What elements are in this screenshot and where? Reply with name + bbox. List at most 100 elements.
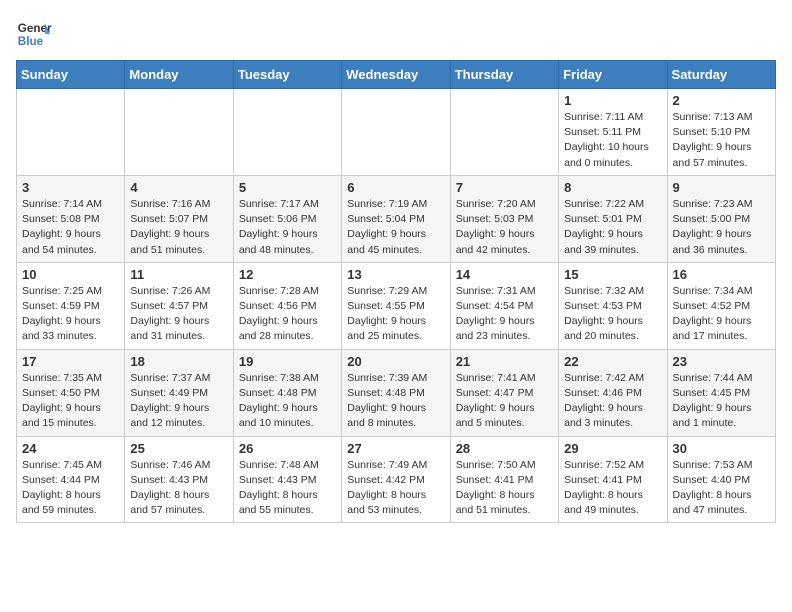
day-number: 9 <box>673 180 770 195</box>
day-info: Sunrise: 7:46 AM Sunset: 4:43 PM Dayligh… <box>130 458 227 519</box>
day-info: Sunrise: 7:53 AM Sunset: 4:40 PM Dayligh… <box>673 458 770 519</box>
calendar-header-row: SundayMondayTuesdayWednesdayThursdayFrid… <box>17 61 776 89</box>
day-number: 3 <box>22 180 119 195</box>
calendar-day-cell: 11 Sunrise: 7:26 AM Sunset: 4:57 PM Dayli… <box>125 262 233 349</box>
calendar-day-cell: 16Sunrise: 7:34 AM Sunset: 4:52 PM Dayli… <box>667 262 775 349</box>
day-info: Sunrise: 7:42 AM Sunset: 4:46 PM Dayligh… <box>564 371 661 432</box>
logo: General Blue <box>16 16 52 52</box>
calendar-week-row: 24Sunrise: 7:45 AM Sunset: 4:44 PM Dayli… <box>17 436 776 523</box>
day-number: 1 <box>564 93 661 108</box>
calendar-day-cell: 28 Sunrise: 7:50 AM Sunset: 4:41 PM Dayli… <box>450 436 558 523</box>
day-info: Sunrise: 7:32 AM Sunset: 4:53 PM Dayligh… <box>564 284 661 345</box>
day-number: 28 <box>456 441 553 456</box>
day-number: 11 <box>130 267 227 282</box>
day-info: Sunrise: 7:28 AM Sunset: 4:56 PM Dayligh… <box>239 284 336 345</box>
calendar-day-header: Wednesday <box>342 61 450 89</box>
day-number: 7 <box>456 180 553 195</box>
day-number: 17 <box>22 354 119 369</box>
calendar-day-cell: 7Sunrise: 7:20 AM Sunset: 5:03 PM Daylig… <box>450 175 558 262</box>
day-number: 27 <box>347 441 444 456</box>
day-info: Sunrise: 7:35 AM Sunset: 4:50 PM Dayligh… <box>22 371 119 432</box>
calendar-day-cell: 24Sunrise: 7:45 AM Sunset: 4:44 PM Dayli… <box>17 436 125 523</box>
calendar-day-cell <box>17 89 125 176</box>
day-number: 26 <box>239 441 336 456</box>
calendar-day-cell: 22 Sunrise: 7:42 AM Sunset: 4:46 PM Dayli… <box>559 349 667 436</box>
calendar-day-cell: 15 Sunrise: 7:32 AM Sunset: 4:53 PM Dayli… <box>559 262 667 349</box>
calendar-day-header: Monday <box>125 61 233 89</box>
day-info: Sunrise: 7:23 AM Sunset: 5:00 PM Dayligh… <box>673 197 770 258</box>
calendar-week-row: 10 Sunrise: 7:25 AM Sunset: 4:59 PM Dayli… <box>17 262 776 349</box>
day-number: 29 <box>564 441 661 456</box>
day-number: 19 <box>239 354 336 369</box>
day-info: Sunrise: 7:49 AM Sunset: 4:42 PM Dayligh… <box>347 458 444 519</box>
calendar-day-header: Friday <box>559 61 667 89</box>
calendar-table: SundayMondayTuesdayWednesdayThursdayFrid… <box>16 60 776 523</box>
day-info: Sunrise: 7:50 AM Sunset: 4:41 PM Dayligh… <box>456 458 553 519</box>
day-number: 10 <box>22 267 119 282</box>
day-number: 6 <box>347 180 444 195</box>
calendar-day-cell: 20 Sunrise: 7:39 AM Sunset: 4:48 PM Dayli… <box>342 349 450 436</box>
day-info: Sunrise: 7:16 AM Sunset: 5:07 PM Dayligh… <box>130 197 227 258</box>
day-number: 23 <box>673 354 770 369</box>
calendar-day-cell: 23 Sunrise: 7:44 AM Sunset: 4:45 PM Dayli… <box>667 349 775 436</box>
svg-text:Blue: Blue <box>18 35 44 48</box>
calendar-day-cell <box>125 89 233 176</box>
day-info: Sunrise: 7:26 AM Sunset: 4:57 PM Dayligh… <box>130 284 227 345</box>
calendar-day-cell <box>342 89 450 176</box>
calendar-day-cell: 17 Sunrise: 7:35 AM Sunset: 4:50 PM Dayli… <box>17 349 125 436</box>
day-info: Sunrise: 7:17 AM Sunset: 5:06 PM Dayligh… <box>239 197 336 258</box>
day-number: 4 <box>130 180 227 195</box>
day-info: Sunrise: 7:44 AM Sunset: 4:45 PM Dayligh… <box>673 371 770 432</box>
day-number: 5 <box>239 180 336 195</box>
calendar-day-cell: 4 Sunrise: 7:16 AM Sunset: 5:07 PM Daylig… <box>125 175 233 262</box>
calendar-day-cell <box>450 89 558 176</box>
day-number: 25 <box>130 441 227 456</box>
day-info: Sunrise: 7:48 AM Sunset: 4:43 PM Dayligh… <box>239 458 336 519</box>
day-number: 22 <box>564 354 661 369</box>
calendar-day-cell <box>233 89 341 176</box>
day-number: 21 <box>456 354 553 369</box>
calendar-day-cell: 3 Sunrise: 7:14 AM Sunset: 5:08 PM Daylig… <box>17 175 125 262</box>
day-number: 16 <box>673 267 770 282</box>
calendar-day-header: Thursday <box>450 61 558 89</box>
day-number: 8 <box>564 180 661 195</box>
day-info: Sunrise: 7:41 AM Sunset: 4:47 PM Dayligh… <box>456 371 553 432</box>
day-info: Sunrise: 7:29 AM Sunset: 4:55 PM Dayligh… <box>347 284 444 345</box>
day-number: 12 <box>239 267 336 282</box>
day-number: 30 <box>673 441 770 456</box>
calendar-day-cell: 12 Sunrise: 7:28 AM Sunset: 4:56 PM Dayli… <box>233 262 341 349</box>
day-number: 13 <box>347 267 444 282</box>
day-number: 18 <box>130 354 227 369</box>
calendar-day-cell: 29Sunrise: 7:52 AM Sunset: 4:41 PM Dayli… <box>559 436 667 523</box>
calendar-day-cell: 5 Sunrise: 7:17 AM Sunset: 5:06 PM Daylig… <box>233 175 341 262</box>
calendar-day-cell: 8 Sunrise: 7:22 AM Sunset: 5:01 PM Daylig… <box>559 175 667 262</box>
calendar-day-header: Saturday <box>667 61 775 89</box>
day-number: 15 <box>564 267 661 282</box>
calendar-day-header: Tuesday <box>233 61 341 89</box>
day-info: Sunrise: 7:37 AM Sunset: 4:49 PM Dayligh… <box>130 371 227 432</box>
calendar-week-row: 1Sunrise: 7:11 AM Sunset: 5:11 PM Daylig… <box>17 89 776 176</box>
day-number: 20 <box>347 354 444 369</box>
page-header: General Blue <box>16 16 776 52</box>
day-info: Sunrise: 7:19 AM Sunset: 5:04 PM Dayligh… <box>347 197 444 258</box>
calendar-day-cell: 19Sunrise: 7:38 AM Sunset: 4:48 PM Dayli… <box>233 349 341 436</box>
calendar-day-cell: 9 Sunrise: 7:23 AM Sunset: 5:00 PM Daylig… <box>667 175 775 262</box>
calendar-day-cell: 6 Sunrise: 7:19 AM Sunset: 5:04 PM Daylig… <box>342 175 450 262</box>
calendar-day-header: Sunday <box>17 61 125 89</box>
day-info: Sunrise: 7:13 AM Sunset: 5:10 PM Dayligh… <box>673 110 770 171</box>
day-number: 24 <box>22 441 119 456</box>
calendar-day-cell: 13 Sunrise: 7:29 AM Sunset: 4:55 PM Dayli… <box>342 262 450 349</box>
calendar-week-row: 3 Sunrise: 7:14 AM Sunset: 5:08 PM Daylig… <box>17 175 776 262</box>
day-info: Sunrise: 7:25 AM Sunset: 4:59 PM Dayligh… <box>22 284 119 345</box>
calendar-day-cell: 18 Sunrise: 7:37 AM Sunset: 4:49 PM Dayli… <box>125 349 233 436</box>
day-info: Sunrise: 7:14 AM Sunset: 5:08 PM Dayligh… <box>22 197 119 258</box>
calendar-day-cell: 1Sunrise: 7:11 AM Sunset: 5:11 PM Daylig… <box>559 89 667 176</box>
day-info: Sunrise: 7:22 AM Sunset: 5:01 PM Dayligh… <box>564 197 661 258</box>
calendar-day-cell: 2 Sunrise: 7:13 AM Sunset: 5:10 PM Daylig… <box>667 89 775 176</box>
calendar-day-cell: 26 Sunrise: 7:48 AM Sunset: 4:43 PM Dayli… <box>233 436 341 523</box>
day-info: Sunrise: 7:39 AM Sunset: 4:48 PM Dayligh… <box>347 371 444 432</box>
day-number: 14 <box>456 267 553 282</box>
day-info: Sunrise: 7:31 AM Sunset: 4:54 PM Dayligh… <box>456 284 553 345</box>
calendar-day-cell: 30 Sunrise: 7:53 AM Sunset: 4:40 PM Dayli… <box>667 436 775 523</box>
day-number: 2 <box>673 93 770 108</box>
